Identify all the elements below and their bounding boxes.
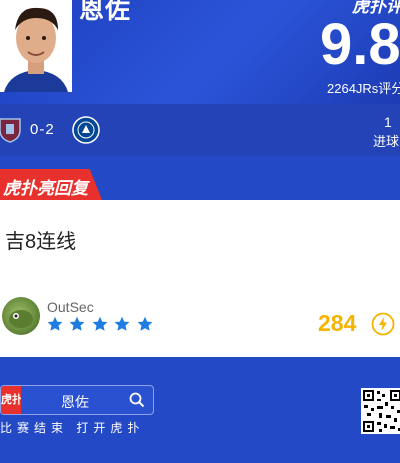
match-score: 0-2 — [30, 121, 55, 138]
highlight-reply-tag: 虎扑亮回复 — [0, 169, 102, 200]
rating-count: 2264JRs评分 — [327, 81, 400, 96]
burnley-crest-icon — [0, 116, 24, 144]
player-photo — [0, 0, 72, 92]
star-icon — [47, 316, 63, 331]
star-icon — [92, 316, 108, 331]
highlight-reply-label: 虎扑亮回复 — [3, 179, 88, 198]
player-header: 恩佐 虎扑评分 9.8 2264JRs评分 — [0, 0, 400, 104]
comment-card: 吉8连线 OutSec 284 — [0, 200, 400, 357]
star-icon — [70, 316, 85, 331]
lightning-like-icon[interactable] — [371, 312, 395, 336]
user-name[interactable]: OutSec — [47, 299, 94, 315]
user-avatar[interactable] — [2, 297, 40, 335]
comment-text: 吉8连线 — [5, 231, 77, 253]
search-icon[interactable] — [129, 392, 145, 408]
hupu-logo: 虎扑 — [1, 386, 21, 414]
qr-code — [361, 388, 400, 434]
star-icon — [137, 316, 153, 331]
chelsea-crest-icon — [72, 116, 100, 144]
goals-value: 1 — [384, 114, 392, 130]
player-name: 恩佐 — [79, 0, 132, 24]
search-box[interactable]: 虎扑 恩佐 — [0, 385, 154, 415]
user-rating-stars — [47, 316, 155, 332]
rating-score: 9.8 — [320, 12, 400, 77]
search-query: 恩佐 — [61, 394, 89, 410]
search-caption: 比赛结束 打开虎扑 — [0, 421, 145, 435]
match-bar: 0-2 1 进球 — [0, 104, 400, 156]
like-count: 284 — [318, 310, 357, 336]
star-icon — [114, 316, 130, 331]
goals-label: 进球 — [373, 134, 400, 149]
